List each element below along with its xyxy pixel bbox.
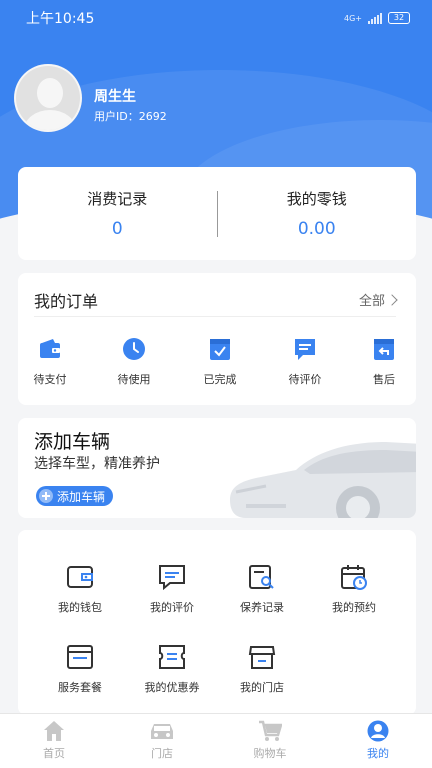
- service-my-coupons[interactable]: 我的优惠券: [127, 644, 217, 695]
- service-label: 保养记录: [240, 601, 284, 614]
- service-label: 我的钱包: [58, 601, 102, 614]
- spending-value: 0: [111, 219, 123, 239]
- service-maintenance-record[interactable]: 保养记录: [217, 564, 307, 615]
- order-item-label: 待使用: [117, 373, 151, 386]
- calendar-clock-icon: [341, 565, 367, 590]
- order-item-label: 待评价: [288, 373, 322, 386]
- coupon-icon: [159, 645, 185, 669]
- service-label: 服务套餐: [58, 681, 102, 694]
- add-vehicle-card[interactable]: 添加车辆 选择车型，精准养护 添加车辆: [18, 418, 416, 518]
- orders-header: 我的订单 全部: [34, 289, 398, 317]
- return-icon: [374, 339, 394, 360]
- store-icon: [248, 646, 276, 669]
- status-time: 上午10:45: [26, 11, 95, 27]
- avatar[interactable]: [14, 64, 82, 132]
- orders-card: 我的订单 全部 待支付 待使用 已完成 待评价 售后: [18, 273, 416, 405]
- clock-icon: [123, 338, 145, 360]
- spending-record[interactable]: 消费记录 0: [18, 188, 217, 239]
- service-my-reviews[interactable]: 我的评价: [127, 564, 217, 615]
- tab-label: 我的: [367, 747, 389, 760]
- add-vehicle-label: 添加车辆: [57, 489, 106, 504]
- user-id: 用户ID：2692: [94, 110, 167, 123]
- orders-all-link[interactable]: 全部: [358, 290, 398, 309]
- service-label: 我的门店: [240, 681, 284, 694]
- battery-icon: 32: [388, 12, 410, 24]
- service-packages[interactable]: 服务套餐: [35, 644, 125, 695]
- vehicle-title: 添加车辆: [34, 431, 111, 453]
- tab-stores[interactable]: 门店: [132, 720, 192, 761]
- record-search-icon: [249, 565, 274, 589]
- tab-home[interactable]: 首页: [24, 720, 84, 761]
- tab-mine[interactable]: 我的: [348, 720, 408, 761]
- services-card: 我的钱包 我的评价 保养记录 我的预约 服务套餐 我的优惠券 我的门店: [18, 530, 416, 715]
- service-my-store[interactable]: 我的门店: [217, 644, 307, 695]
- plus-icon: [39, 489, 53, 503]
- chevron-right-icon: [386, 293, 398, 306]
- order-after-sales[interactable]: 售后: [354, 337, 414, 387]
- signal-icon: [368, 12, 382, 24]
- vehicle-subtitle: 选择车型，精准养护: [34, 456, 160, 472]
- home-icon: [44, 721, 64, 741]
- change-label: 我的零钱: [286, 190, 347, 208]
- status-bar: 上午10:45 4G+ 32: [0, 0, 432, 36]
- order-item-label: 售后: [373, 373, 395, 386]
- service-my-wallet[interactable]: 我的钱包: [35, 564, 125, 615]
- comment-icon: [295, 339, 315, 360]
- tab-label: 购物车: [253, 747, 287, 760]
- user-name: 周生生: [94, 89, 136, 105]
- balance-card: 消费记录 0 我的零钱 0.00: [18, 167, 416, 260]
- order-item-label: 待支付: [33, 373, 67, 386]
- cart-icon: [259, 720, 282, 741]
- service-label: 我的评价: [150, 601, 194, 614]
- order-pending-payment[interactable]: 待支付: [20, 337, 80, 387]
- add-vehicle-button[interactable]: 添加车辆: [36, 486, 114, 506]
- order-to-use[interactable]: 待使用: [104, 337, 164, 387]
- chat-outline-icon: [159, 565, 185, 590]
- wallet-icon: [40, 339, 60, 358]
- service-my-appointments[interactable]: 我的预约: [309, 564, 399, 615]
- wallet-outline-icon: [67, 566, 93, 588]
- order-to-review[interactable]: 待评价: [275, 337, 335, 387]
- car-image: [230, 442, 416, 518]
- my-change[interactable]: 我的零钱 0.00: [218, 188, 417, 239]
- order-item-label: 已完成: [203, 373, 237, 386]
- network-type: 4G+: [344, 13, 362, 23]
- tab-cart[interactable]: 购物车: [240, 720, 300, 761]
- service-label: 我的预约: [332, 601, 376, 614]
- user-icon: [367, 720, 389, 742]
- status-icons: 4G+ 32: [344, 12, 410, 24]
- store-car-icon: [151, 724, 173, 739]
- tab-label: 门店: [151, 747, 173, 760]
- change-value: 0.00: [297, 219, 336, 239]
- package-icon: [67, 645, 93, 669]
- orders-title: 我的订单: [34, 291, 99, 311]
- orders-all-label: 全部: [358, 294, 385, 309]
- check-box-icon: [210, 339, 230, 360]
- tab-label: 首页: [43, 747, 65, 760]
- spending-label: 消费记录: [87, 190, 148, 208]
- order-completed[interactable]: 已完成: [190, 337, 250, 387]
- service-label: 我的优惠券: [144, 681, 200, 694]
- bottom-tab-bar: 首页 门店 购物车 我的: [0, 713, 432, 768]
